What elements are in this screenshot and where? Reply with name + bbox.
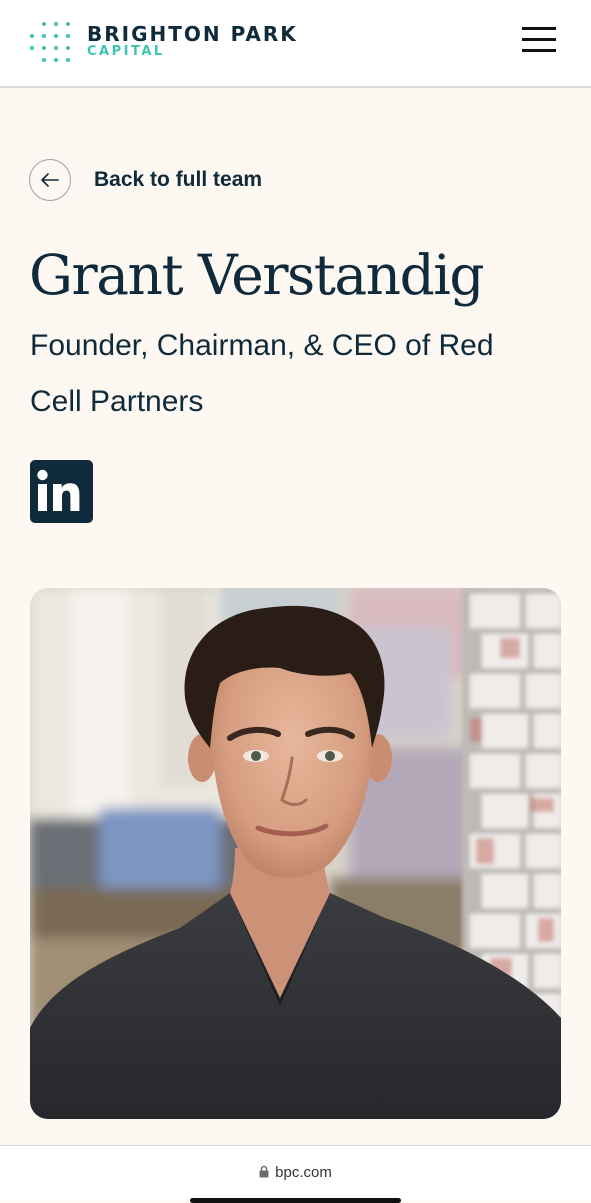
arrow-left-icon [41,173,59,187]
logo-dot [42,22,46,26]
linkedin-glyph [37,469,80,511]
linkedin-icon[interactable] [30,460,93,523]
url-text: bpc.com [275,1164,332,1181]
logo-dot [66,46,70,50]
logo-dot [54,22,58,26]
logo-dots-icon[interactable] [28,20,72,64]
hamburger-menu-icon[interactable] [522,25,556,53]
logo-dot [42,34,46,38]
logo-dot [54,46,58,50]
logo-dot [66,34,70,38]
logo-dot [66,58,70,62]
back-button[interactable] [29,159,71,201]
home-indicator[interactable] [190,1198,401,1203]
logo-dot [54,34,58,38]
logo-text-primary[interactable]: BRIGHTON PARK [87,22,298,46]
logo-dot [66,22,70,26]
profile-name: Grant Verstandig [29,243,485,307]
back-to-team-link[interactable]: Back to full team [94,168,262,192]
logo-text-secondary[interactable]: CAPITAL [87,44,165,59]
profile-photo [30,588,561,1119]
lock-icon [259,1165,269,1178]
site-header: BRIGHTON PARK CAPITAL [0,0,591,88]
browser-bottom-bar: bpc.com [0,1145,591,1203]
logo-dot [30,34,34,38]
url-bar[interactable]: bpc.com [0,1164,591,1181]
logo-dot [42,58,46,62]
logo-dot [30,46,34,50]
profile-title: Founder, Chairman, & CEO of Red Cell Par… [30,329,494,418]
logo-dot [42,46,46,50]
logo-dot [54,58,58,62]
